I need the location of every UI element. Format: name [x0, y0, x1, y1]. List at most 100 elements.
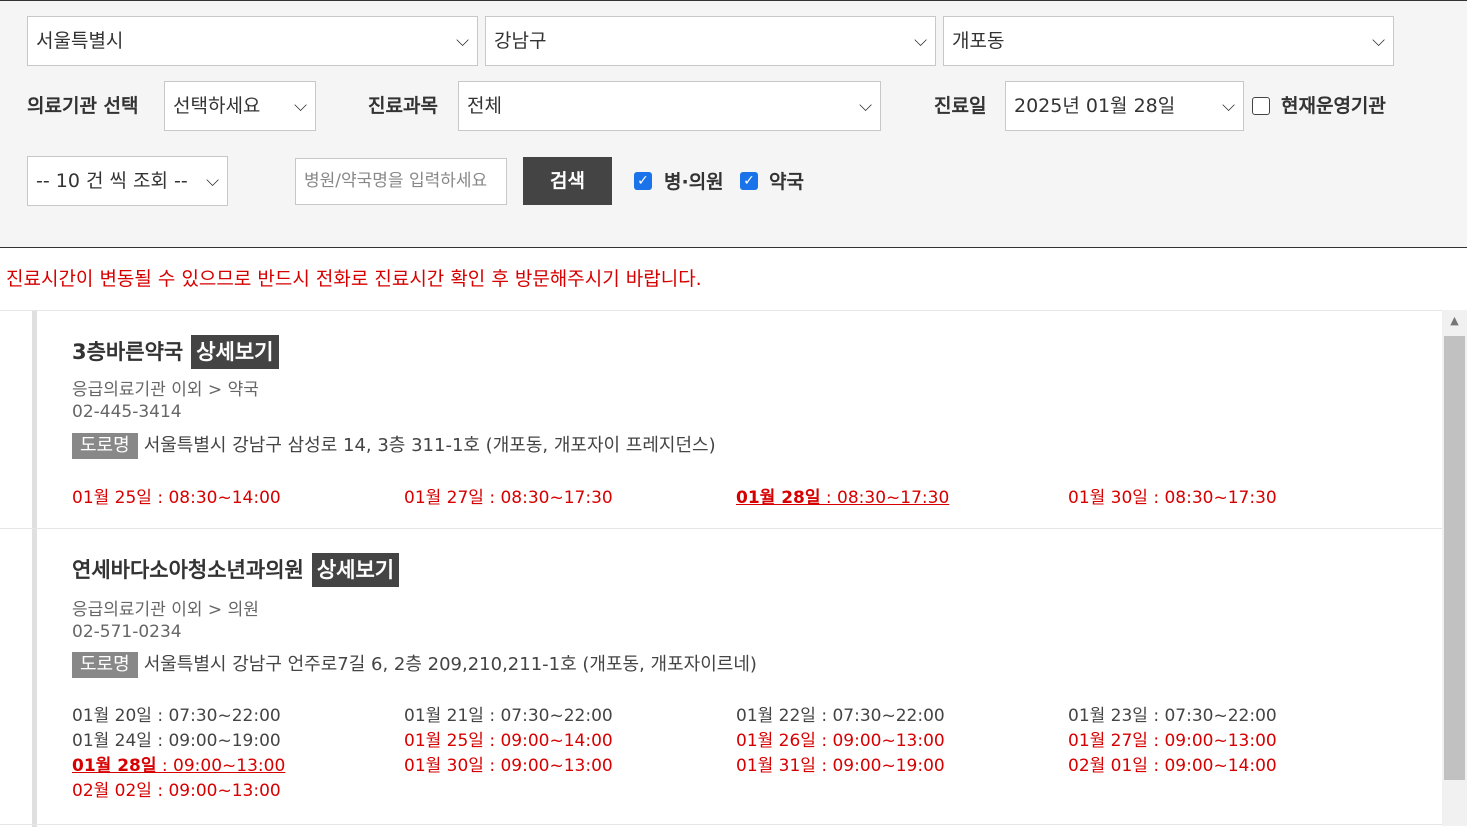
date-select[interactable]: 2025년 01월 28일 ⌵: [1005, 81, 1244, 131]
right-edge: [1467, 0, 1472, 826]
hours-date: 01월 27일: [1068, 731, 1148, 751]
road-name-tag: 도로명: [72, 433, 138, 459]
hours-time: : 09:00~14:00: [1147, 756, 1277, 776]
visit-notice: 진료시간이 변동될 수 있으므로 반드시 전화로 진료시간 확인 후 방문해주시…: [6, 268, 702, 290]
detail-button[interactable]: 상세보기: [311, 553, 400, 587]
chevron-down-icon: ⌵: [456, 31, 469, 51]
operating-now-checkbox[interactable]: [1252, 97, 1270, 115]
hours-date: 01월 30일: [404, 756, 484, 776]
scrollbar-thumb[interactable]: [1444, 336, 1465, 780]
facility-address-text: 서울특별시 강남구 언주로7길 6, 2층 209,210,211-1호 (개포…: [143, 654, 757, 675]
hours-time: : 09:00~13:00: [483, 756, 613, 776]
operating-now-label: 현재운영기관: [1281, 95, 1386, 117]
dong-select[interactable]: 개포동 ⌵: [943, 16, 1394, 66]
dong-select-value: 개포동: [952, 30, 1005, 52]
hours-entry: 01월 30일 : 09:00~13:00: [404, 751, 613, 776]
hours-entry: 02월 01일 : 09:00~14:00: [1068, 751, 1277, 776]
facility-phone: 02-571-0234: [72, 622, 182, 642]
hours-entry: 01월 31일 : 09:00~19:00: [736, 751, 945, 776]
date-label: 진료일: [934, 95, 987, 117]
facility-address: 도로명 서울특별시 강남구 언주로7길 6, 2층 209,210,211-1호 …: [72, 650, 757, 678]
city-select[interactable]: 서울특별시 ⌵: [27, 16, 478, 66]
hours-date: 01월 21일: [404, 706, 484, 726]
facility-address-text: 서울특별시 강남구 삼성로 14, 3층 311-1호 (개포동, 개포자이 프…: [143, 435, 716, 456]
department-select[interactable]: 전체 ⌵: [458, 81, 881, 131]
district-select[interactable]: 강남구 ⌵: [485, 16, 936, 66]
facility-phone: 02-445-3414: [72, 402, 182, 422]
department-label: 진료과목: [368, 95, 438, 117]
hours-entry: 01월 26일 : 09:00~13:00: [736, 726, 945, 751]
check-icon: ✓: [637, 173, 649, 189]
hospital-checkbox[interactable]: ✓: [634, 172, 652, 190]
pharmacy-checkbox[interactable]: ✓: [740, 172, 758, 190]
hours-time: : 08:30~14:00: [151, 488, 281, 508]
hours-date: 02월 01일: [1068, 756, 1148, 776]
chevron-down-icon: ⌵: [1222, 96, 1235, 116]
hours-time: : 09:00~13:00: [151, 781, 281, 801]
hours-entry: 01월 27일 : 09:00~13:00: [1068, 726, 1277, 751]
chevron-down-icon: ⌵: [206, 171, 219, 191]
facility-name: 연세바다소아청소년과의원 상세보기: [72, 553, 400, 587]
date-select-value: 2025년 01월 28일: [1014, 95, 1176, 117]
hours-date: 01월 26일: [736, 731, 816, 751]
institution-select-value: 선택하세요: [173, 95, 261, 117]
hours-time: : 09:00~14:00: [483, 731, 613, 751]
detail-button[interactable]: 상세보기: [191, 335, 279, 369]
hours-entry: 01월 21일 : 07:30~22:00: [404, 701, 613, 726]
chevron-down-icon: ⌵: [1372, 31, 1385, 51]
institution-select[interactable]: 선택하세요 ⌵: [164, 81, 316, 131]
list-item: 연세바다소아청소년과의원 상세보기 응급의료기관 이외 > 의원 02-571-0…: [0, 529, 1442, 825]
result-list: 3층바른약국 상세보기 응급의료기관 이외 > 약국 02-445-3414 도로…: [0, 310, 1442, 827]
scroll-up-arrow-icon[interactable]: ▲: [1442, 314, 1467, 327]
hours-date: 01월 27일: [404, 488, 484, 508]
hours-date: 01월 23일: [1068, 706, 1148, 726]
facility-name-text: 3층바른약국: [72, 340, 184, 364]
hours-date: 01월 20일: [72, 706, 152, 726]
chevron-down-icon: ⌵: [914, 31, 927, 51]
hours-date: 01월 31일: [736, 756, 816, 776]
hours-time: : 08:30~17:30: [1147, 488, 1277, 508]
hours-time: : 07:30~22:00: [815, 706, 945, 726]
hours-time: : 07:30~22:00: [151, 706, 281, 726]
facility-address: 도로명 서울특별시 강남구 삼성로 14, 3층 311-1호 (개포동, 개포자…: [72, 431, 716, 459]
hours-date: 01월 25일: [404, 731, 484, 751]
hours-time: : 09:00~19:00: [815, 756, 945, 776]
hours-time: : 08:30~17:30: [483, 488, 613, 508]
hours-time: : 07:30~22:00: [1147, 706, 1277, 726]
hours-date: 01월 22일: [736, 706, 816, 726]
search-filter-panel: 서울특별시 ⌵ 강남구 ⌵ 개포동 ⌵ 의료기관 선택 선택하세요 ⌵ 진료과목…: [0, 1, 1472, 248]
hours-entry: 01월 28일 : 08:30~17:30: [736, 483, 949, 508]
city-select-value: 서울특별시: [36, 30, 124, 52]
list-item: 3층바른약국 상세보기 응급의료기관 이외 > 약국 02-445-3414 도로…: [0, 311, 1442, 529]
hours-entry: 01월 30일 : 08:30~17:30: [1068, 483, 1277, 508]
hours-date: 01월 25일: [72, 488, 152, 508]
road-name-tag: 도로명: [72, 652, 138, 678]
hours-entry: 01월 27일 : 08:30~17:30: [404, 483, 613, 508]
page-size-select-value: -- 10 건 씩 조회 --: [36, 170, 188, 192]
hours-entry: 01월 22일 : 07:30~22:00: [736, 701, 945, 726]
chevron-down-icon: ⌵: [859, 96, 872, 116]
hours-entry: 01월 28일 : 09:00~13:00: [72, 751, 285, 776]
facility-category: 응급의료기관 이외 > 의원: [72, 600, 259, 620]
department-select-value: 전체: [467, 95, 502, 117]
hours-entry: 01월 25일 : 09:00~14:00: [404, 726, 613, 751]
hours-date: 02월 02일: [72, 781, 152, 801]
search-input[interactable]: 병원/약국명을 입력하세요: [295, 158, 507, 205]
hours-entry: 02월 02일 : 09:00~13:00: [72, 776, 281, 801]
scrollbar[interactable]: ▲: [1442, 310, 1467, 826]
check-icon: ✓: [743, 173, 755, 189]
hours-date: 01월 30일: [1068, 488, 1148, 508]
hours-time: : 09:00~13:00: [156, 756, 286, 776]
hours-entry: 01월 23일 : 07:30~22:00: [1068, 701, 1277, 726]
pharmacy-checkbox-label: 약국: [769, 171, 804, 193]
search-button[interactable]: 검색: [523, 157, 612, 205]
chevron-down-icon: ⌵: [294, 96, 307, 116]
hours-entry: 01월 24일 : 09:00~19:00: [72, 726, 281, 751]
hours-time: : 07:30~22:00: [483, 706, 613, 726]
hours-date: 01월 28일: [736, 488, 821, 508]
facility-name: 3층바른약국 상세보기: [72, 335, 279, 369]
hours-entry: 01월 25일 : 08:30~14:00: [72, 483, 281, 508]
facility-category: 응급의료기관 이외 > 약국: [72, 380, 259, 400]
page-size-select[interactable]: -- 10 건 씩 조회 -- ⌵: [27, 156, 228, 206]
facility-name-text: 연세바다소아청소년과의원: [72, 558, 304, 582]
